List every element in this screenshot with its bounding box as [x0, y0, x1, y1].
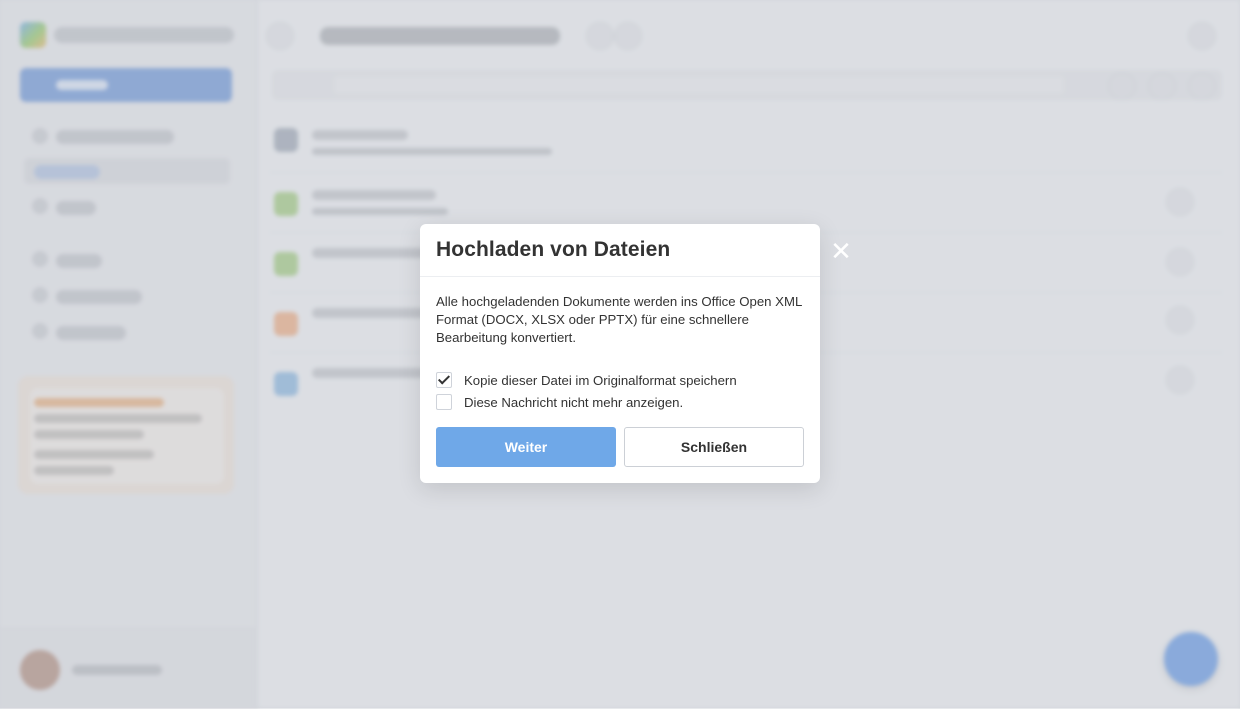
close-icon[interactable]: ✕ [830, 238, 852, 264]
dialog-header: Hochladen von Dateien [420, 224, 820, 277]
dialog-title: Hochladen von Dateien [436, 238, 671, 261]
dont-show-again-checkbox[interactable] [436, 394, 452, 410]
upload-dialog: Hochladen von Dateien Alle hochgeladende… [420, 224, 820, 483]
close-button[interactable]: Schließen [624, 427, 804, 467]
continue-button[interactable]: Weiter [436, 427, 616, 467]
dialog-description: Alle hochgeladenden Dokumente werden ins… [436, 294, 802, 345]
keep-original-checkbox[interactable] [436, 372, 452, 388]
keep-original-label[interactable]: Kopie dieser Datei im Originalformat spe… [464, 373, 737, 388]
dialog-body: Alle hochgeladenden Dokumente werden ins… [436, 293, 802, 347]
dont-show-again-option[interactable]: Diese Nachricht nicht mehr anzeigen. [436, 394, 683, 410]
keep-original-option[interactable]: Kopie dieser Datei im Originalformat spe… [436, 372, 737, 388]
dont-show-again-label[interactable]: Diese Nachricht nicht mehr anzeigen. [464, 395, 683, 410]
